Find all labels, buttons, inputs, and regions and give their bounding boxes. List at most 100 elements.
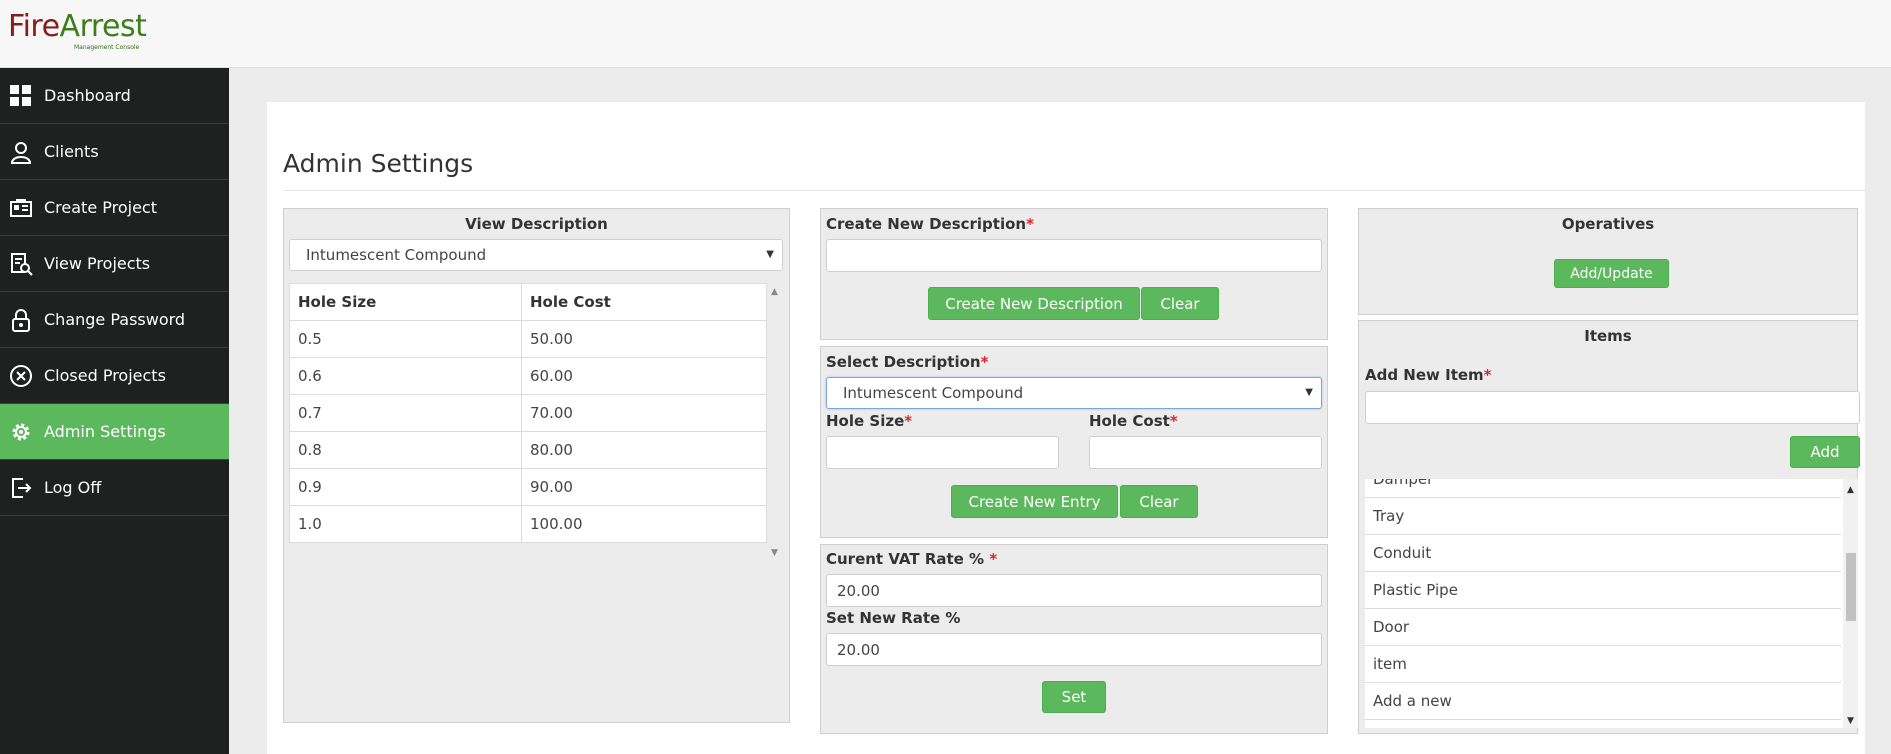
sidebar-item-label: Dashboard xyxy=(44,86,131,105)
new-vat-value: 20.00 xyxy=(837,640,880,659)
table-row[interactable]: 1.0 100.00 xyxy=(289,505,767,543)
set-vat-button[interactable]: Set xyxy=(1042,681,1106,713)
table-row[interactable]: 0.8 80.00 xyxy=(289,431,767,469)
sidebar-item-label: Change Password xyxy=(44,310,186,329)
select-description-select[interactable]: Intumescent Compound ▼ xyxy=(826,377,1322,409)
add-item-input[interactable] xyxy=(1365,391,1860,424)
sidebar-item-label: View Projects xyxy=(44,254,151,273)
list-item[interactable]: Door xyxy=(1365,609,1841,646)
table-row[interactable]: 0.5 50.00 xyxy=(289,320,767,358)
required-marker: * xyxy=(1483,366,1492,384)
clear-entry-button[interactable]: Clear xyxy=(1120,485,1198,518)
scroll-down-arrow-icon[interactable]: ▼ xyxy=(771,548,778,558)
scroll-up-arrow-icon[interactable]: ▲ xyxy=(1847,485,1854,495)
table-row[interactable]: 0.7 70.00 xyxy=(289,394,767,432)
create-description-input[interactable] xyxy=(826,239,1322,272)
new-vat-input[interactable]: 20.00 xyxy=(826,633,1322,666)
firearrest-logo[interactable]: FireArrest Management Console xyxy=(8,9,147,52)
hole-cost-cell: 50.00 xyxy=(521,320,767,358)
required-marker: * xyxy=(1169,412,1178,430)
lock-icon xyxy=(9,308,33,332)
sidebar-item-closed-projects[interactable]: Closed Projects xyxy=(0,348,229,404)
hole-cost-label: Hole Cost* xyxy=(1089,412,1178,430)
view-description-selected: Intumescent Compound xyxy=(306,246,487,264)
required-marker: * xyxy=(904,412,913,430)
list-item[interactable]: Add a new xyxy=(1365,683,1841,720)
items-scrollbar-thumb[interactable] xyxy=(1846,553,1856,621)
required-marker: * xyxy=(1026,215,1034,233)
clear-description-button[interactable]: Clear xyxy=(1141,287,1219,320)
hole-size-cell: 0.6 xyxy=(289,357,522,395)
hole-size-label-text: Hole Size xyxy=(826,412,905,430)
list-item[interactable]: Damper xyxy=(1365,479,1841,498)
list-item[interactable]: Plastic Pipe xyxy=(1365,572,1841,609)
items-list: Damper Tray Conduit Plastic Pipe Door it… xyxy=(1365,479,1843,728)
sidebar-item-dashboard[interactable]: Dashboard xyxy=(0,68,229,124)
sidebar: Dashboard Clients Create Project View Pr… xyxy=(0,68,229,754)
sidebar-item-label: Closed Projects xyxy=(44,366,166,385)
logo-fire-text: Fire xyxy=(8,9,60,44)
logoff-icon xyxy=(9,476,33,500)
hole-size-label: Hole Size* xyxy=(826,412,912,430)
hole-cost-label-text: Hole Cost xyxy=(1089,412,1170,430)
view-description-heading: View Description xyxy=(465,215,608,233)
items-heading: Items xyxy=(1584,327,1632,345)
required-marker: * xyxy=(989,550,998,568)
hole-table: Hole Size Hole Cost 0.5 50.00 0.6 60.00 0.… xyxy=(289,283,767,543)
scroll-down-arrow-icon[interactable]: ▼ xyxy=(1847,716,1854,726)
client-icon xyxy=(9,140,33,164)
create-description-label-text: Create New Description xyxy=(826,215,1027,233)
current-vat-label-text: Curent VAT Rate % xyxy=(826,550,985,568)
sidebar-item-label: Clients xyxy=(44,142,99,161)
hole-cost-input[interactable] xyxy=(1089,436,1322,469)
hole-cost-cell: 100.00 xyxy=(521,505,767,543)
table-row[interactable]: 0.6 60.00 xyxy=(289,357,767,395)
create-description-label: Create New Description* xyxy=(826,215,1034,233)
hole-size-cell: 0.8 xyxy=(289,431,522,469)
sidebar-item-admin-settings[interactable]: Admin Settings xyxy=(0,404,229,460)
logo-tagline: Management Console xyxy=(74,44,140,51)
column-header-hole-size: Hole Size xyxy=(289,283,522,321)
create-new-entry-button[interactable]: Create New Entry xyxy=(951,485,1118,518)
close-circle-icon xyxy=(9,364,33,388)
sidebar-item-view-projects[interactable]: View Projects xyxy=(0,236,229,292)
current-vat-input[interactable]: 20.00 xyxy=(826,574,1322,607)
hole-size-cell: 1.0 xyxy=(289,505,522,543)
new-vat-label: Set New Rate % xyxy=(826,609,961,627)
hole-size-cell: 0.5 xyxy=(289,320,522,358)
add-item-button[interactable]: Add xyxy=(1790,436,1860,468)
hole-cost-cell: 60.00 xyxy=(521,357,767,395)
sidebar-item-label: Log Off xyxy=(44,478,102,497)
hole-cost-cell: 70.00 xyxy=(521,394,767,432)
create-project-icon xyxy=(9,196,33,220)
chevron-down-icon: ▼ xyxy=(1305,387,1313,398)
hole-size-cell: 0.7 xyxy=(289,394,522,432)
list-item[interactable]: Conduit xyxy=(1365,535,1841,572)
sidebar-item-label: Admin Settings xyxy=(44,422,166,441)
create-new-description-button[interactable]: Create New Description xyxy=(928,287,1140,320)
sidebar-item-label: Create Project xyxy=(44,198,157,217)
current-vat-label: Curent VAT Rate % * xyxy=(826,550,997,568)
sidebar-item-change-password[interactable]: Change Password xyxy=(0,292,229,348)
title-divider xyxy=(283,190,1866,191)
items-list-inner: Damper Tray Conduit Plastic Pipe Door it… xyxy=(1365,479,1843,720)
page-title: Admin Settings xyxy=(283,149,474,178)
list-item[interactable]: item xyxy=(1365,646,1841,683)
view-description-select[interactable]: Intumescent Compound ▼ xyxy=(289,239,783,271)
operatives-heading: Operatives xyxy=(1561,215,1655,233)
sidebar-item-clients[interactable]: Clients xyxy=(0,124,229,180)
scroll-up-arrow-icon[interactable]: ▲ xyxy=(771,287,778,297)
list-item[interactable]: Tray xyxy=(1365,498,1841,535)
add-update-operatives-button[interactable]: Add/Update xyxy=(1554,259,1669,288)
logo-text: FireArrest xyxy=(8,9,147,44)
add-item-label: Add New Item* xyxy=(1365,366,1492,384)
hole-size-input[interactable] xyxy=(826,436,1059,469)
sidebar-item-log-off[interactable]: Log Off xyxy=(0,460,229,516)
select-description-selected: Intumescent Compound xyxy=(843,384,1024,402)
select-description-label-text: Select Description xyxy=(826,353,981,371)
hole-cost-cell: 90.00 xyxy=(521,468,767,506)
sidebar-item-create-project[interactable]: Create Project xyxy=(0,180,229,236)
column-header-hole-cost: Hole Cost xyxy=(521,283,767,321)
table-row[interactable]: 0.9 90.00 xyxy=(289,468,767,506)
chevron-down-icon: ▼ xyxy=(766,249,774,260)
